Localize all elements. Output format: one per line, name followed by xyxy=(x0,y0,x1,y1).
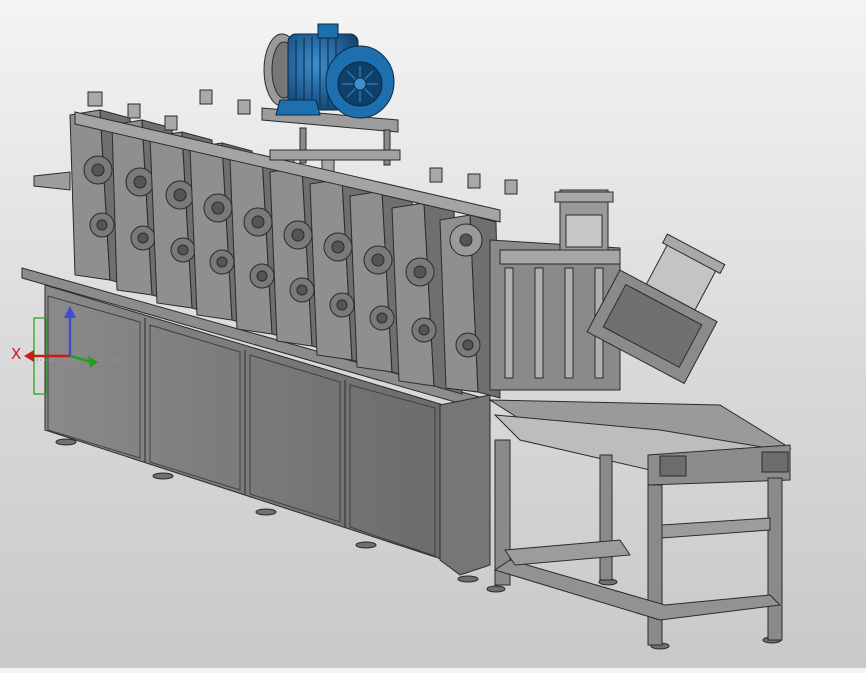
electric-motor[interactable] xyxy=(263,23,395,119)
entry-guide xyxy=(33,171,71,191)
cutting-unit[interactable] xyxy=(489,189,621,391)
3d-viewport[interactable]: X xyxy=(0,0,866,668)
runout-table[interactable] xyxy=(488,399,792,646)
motor-mount[interactable] xyxy=(261,107,401,166)
x-axis-label: X xyxy=(11,345,22,363)
